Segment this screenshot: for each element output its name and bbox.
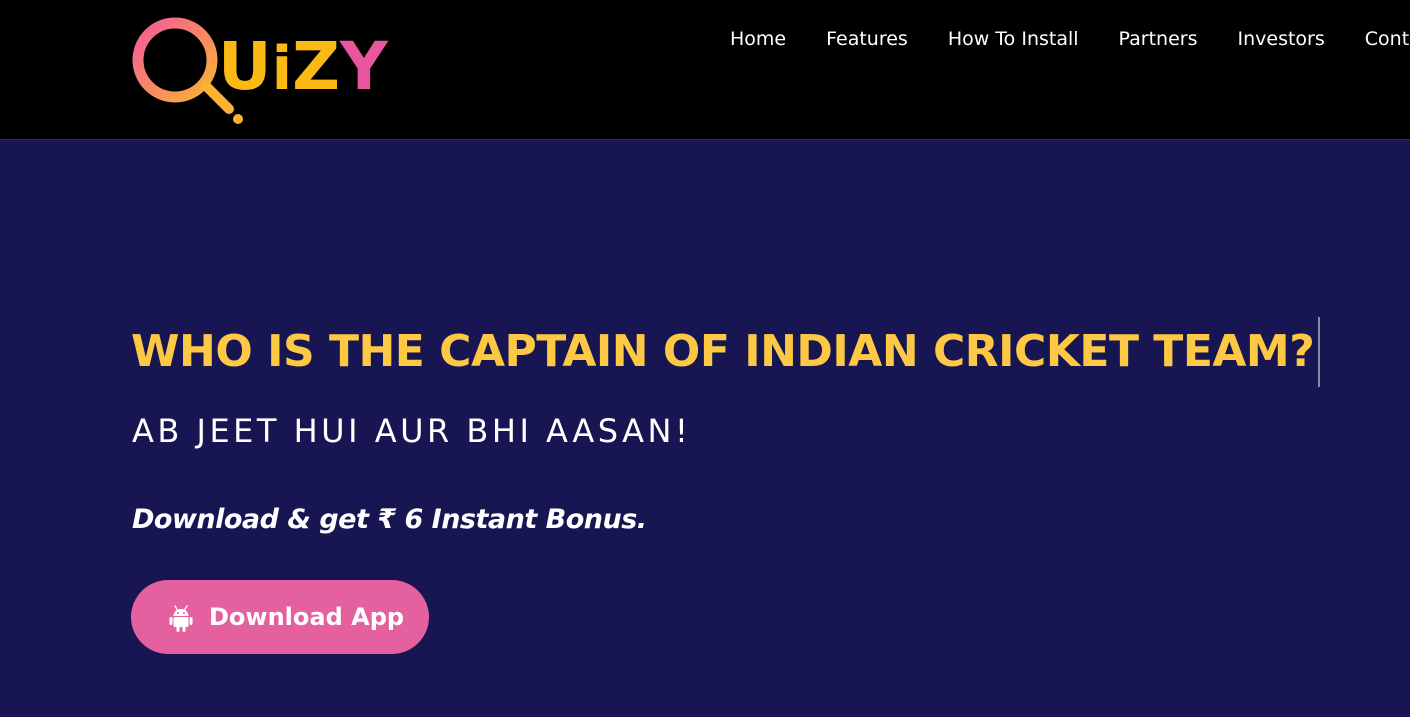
nav-item-investors[interactable]: Investors [1238,25,1325,53]
nav-item-features[interactable]: Features [826,25,908,53]
main-nav: Home Features How To Install Partners In… [730,25,1410,53]
logo-letter-z: Z [292,28,341,105]
bonus-text: Download & get ₹ 6 Instant Bonus. [132,504,647,535]
hero-section: WHO IS THE CAPTAIN OF INDIAN CRICKET TEA… [0,140,1410,717]
hero-headline: WHO IS THE CAPTAIN OF INDIAN CRICKET TEA… [131,326,1315,377]
download-app-button-label: Download App [209,603,405,631]
headline-container: WHO IS THE CAPTAIN OF INDIAN CRICKET TEA… [131,317,1321,387]
logo-letter-u: U [218,28,272,105]
site-header: U i Z Y Home Features How To Install Par… [0,0,1410,140]
nav-item-how-to-install[interactable]: How To Install [948,25,1079,53]
nav-item-contact[interactable]: Contact [1365,25,1410,53]
logo-letter-y: Y [340,28,388,105]
nav-item-partners[interactable]: Partners [1119,25,1198,53]
quizy-logo[interactable]: U i Z Y [130,6,392,126]
nav-item-home[interactable]: Home [730,25,786,53]
logo-wordmark: U i Z Y [218,28,388,105]
android-icon [169,605,193,632]
logo-letter-i: i [271,34,293,104]
typing-caret [1318,317,1321,387]
download-app-button[interactable]: Download App [131,580,429,654]
hero-subheadline: AB JEET HUI AUR BHI AASAN! [132,412,692,450]
